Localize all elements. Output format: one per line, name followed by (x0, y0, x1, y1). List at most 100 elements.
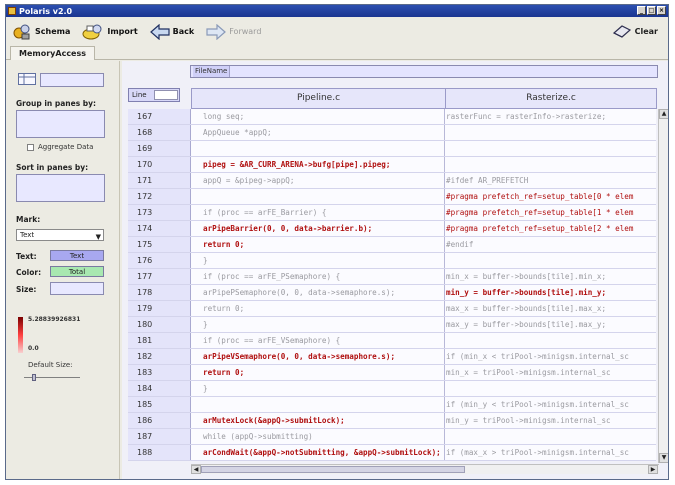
schema-button[interactable]: Schema (12, 22, 70, 42)
rasterize-code-cell[interactable] (445, 381, 656, 396)
column-header-pipeline[interactable]: Pipeline.c (191, 88, 446, 109)
table-row[interactable]: 177 if (proc == arFE_PSemaphore) { min_x … (128, 269, 656, 285)
pipeline-code-cell[interactable]: arCondWait(&appQ->notSubmitting, &appQ->… (191, 445, 445, 460)
pipeline-code-cell[interactable]: if (proc == arFE_VSemaphore) { (191, 333, 445, 348)
rasterize-code-cell[interactable] (445, 157, 656, 172)
filename-pill[interactable]: FileName (193, 66, 231, 77)
rasterize-code-cell[interactable]: min_y = buffer->bounds[tile].min_y; (445, 285, 656, 300)
table-row[interactable]: 178 arPipePSemaphore(0, 0, data->semapho… (128, 285, 656, 301)
sort-shelf[interactable] (16, 174, 105, 202)
pipeline-code-cell[interactable]: appQ = &pipeg->appQ; (191, 173, 445, 188)
rasterize-code-cell[interactable]: #ifdef AR_PREFETCH (445, 173, 656, 188)
pipeline-code-cell[interactable]: AppQueue *appQ; (191, 125, 445, 140)
eraser-icon (612, 25, 631, 38)
table-row[interactable]: 184} (128, 381, 656, 397)
vertical-scrollbar[interactable]: ▲ ▼ (658, 109, 668, 463)
pipeline-code-cell[interactable]: if (proc == arFE_Barrier) { (191, 205, 445, 220)
rasterize-code-cell[interactable]: rasterFunc = rasterInfo->rasterize; (445, 109, 656, 124)
table-row[interactable]: 168 AppQueue *appQ; (128, 125, 656, 141)
table-row[interactable]: 188 arCondWait(&appQ->notSubmitting, &ap… (128, 445, 656, 461)
rasterize-code-cell[interactable] (445, 125, 656, 140)
pipeline-code-cell[interactable]: return 0; (191, 301, 445, 316)
table-row[interactable]: 185 if (min_y < triPool->minigsm.interna… (128, 397, 656, 413)
pipeline-code-cell[interactable] (191, 141, 445, 156)
scroll-right-icon[interactable]: ▶ (648, 465, 658, 474)
filename-shelf[interactable]: FileName (190, 65, 658, 78)
rasterize-code-cell[interactable]: #pragma prefetch_ref=setup_table[1 * ele… (445, 205, 656, 220)
rasterize-code-cell[interactable]: min_x = triPool->minigsm.internal_sc (445, 365, 656, 380)
pipeline-code-cell[interactable] (191, 397, 445, 412)
rasterize-code-cell[interactable] (445, 141, 656, 156)
table-row[interactable]: 183 return 0; min_x = triPool->minigsm.i… (128, 365, 656, 381)
rasterize-code-cell[interactable]: max_y = buffer->bounds[tile].max_y; (445, 317, 656, 332)
import-button[interactable]: Import (82, 22, 138, 42)
pipeline-code-cell[interactable]: arMutexLock(&appQ->submitLock); (191, 413, 445, 428)
pipeline-code-cell[interactable]: long seq; (191, 109, 445, 124)
default-size-slider[interactable] (24, 374, 80, 381)
size-shelf[interactable] (50, 282, 104, 295)
table-row[interactable]: 187 while (appQ->submitting) (128, 429, 656, 445)
horizontal-scroll-thumb[interactable] (201, 466, 465, 473)
table-row[interactable]: 167 long seq; rasterFunc = rasterInfo->ras… (128, 109, 656, 125)
pipeline-code-cell[interactable]: } (191, 381, 445, 396)
pipeline-code-cell[interactable]: pipeg = &AR_CURR_ARENA->bufg[pipe].pipeg… (191, 157, 445, 172)
maximize-icon[interactable]: □ (647, 6, 656, 15)
table-row[interactable]: 176} (128, 253, 656, 269)
table-row[interactable]: 170 pipeg = &AR_CURR_ARENA->bufg[pipe].pi… (128, 157, 656, 173)
pipeline-code-cell[interactable]: } (191, 317, 445, 332)
pipeline-code-cell[interactable] (191, 189, 445, 204)
rasterize-code-cell[interactable]: #pragma prefetch_ref=setup_table[0 * ele… (445, 189, 656, 204)
table-row[interactable]: 179 return 0; max_x = buffer->bounds[til… (128, 301, 656, 317)
table-row[interactable]: 174 arPipeBarrier(0, 0, data->barrier.b)… (128, 221, 656, 237)
rasterize-code-cell[interactable]: min_y = triPool->minigsm.internal_sc (445, 413, 656, 428)
table-row[interactable]: 169 (128, 141, 656, 157)
pipeline-code-cell[interactable]: } (191, 253, 445, 268)
table-row[interactable]: 171 appQ = &pipeg->appQ; #ifdef AR_PREFETC… (128, 173, 656, 189)
color-shelf-pill[interactable]: Total (50, 266, 104, 277)
pipeline-code-cell[interactable]: while (appQ->submitting) (191, 429, 445, 444)
column-header-rasterize[interactable]: Rasterize.c (445, 88, 657, 109)
table-row[interactable]: 186 arMutexLock(&appQ->submitLock); min_y… (128, 413, 656, 429)
minimize-icon[interactable]: _ (637, 6, 646, 15)
table-row[interactable]: 180} max_y = buffer->bounds[tile].max_y; (128, 317, 656, 333)
rasterize-code-cell[interactable]: min_x = buffer->bounds[tile].min_x; (445, 269, 656, 284)
table-row[interactable]: 175 return 0; #endif (128, 237, 656, 253)
rasterize-code-cell[interactable]: if (min_x < triPool->minigsm.internal_sc (445, 349, 656, 364)
tab-memoryaccess[interactable]: MemoryAccess (10, 46, 96, 60)
horizontal-scrollbar[interactable]: ◀ ▶ (191, 464, 659, 474)
tab-strip: MemoryAccess (6, 46, 668, 60)
source-field[interactable] (40, 73, 104, 87)
rasterize-code-cell[interactable] (445, 429, 656, 444)
pipeline-code-cell[interactable]: arPipePSemaphore(0, 0, data->semaphore.s… (191, 285, 445, 300)
table-row[interactable]: 172 #pragma prefetch_ref=setup_table[0 * … (128, 189, 656, 205)
pipeline-code-cell[interactable]: arPipeBarrier(0, 0, data->barrier.b); (191, 221, 445, 236)
clear-button[interactable]: Clear (612, 24, 658, 38)
back-button[interactable]: Back (149, 23, 194, 40)
scroll-up-icon[interactable]: ▲ (659, 109, 668, 119)
slider-thumb[interactable] (32, 374, 36, 381)
rasterize-code-cell[interactable]: #pragma prefetch_ref=setup_table[2 * ele… (445, 221, 656, 236)
group-shelf[interactable] (16, 110, 105, 138)
scroll-left-icon[interactable]: ◀ (191, 465, 201, 474)
rasterize-code-cell[interactable]: if (min_y < triPool->minigsm.internal_sc (445, 397, 656, 412)
pipeline-code-cell[interactable]: if (proc == arFE_PSemaphore) { (191, 269, 445, 284)
table-row[interactable]: 182 arPipeVSemaphore(0, 0, data->semapho… (128, 349, 656, 365)
table-row[interactable]: 173 if (proc == arFE_Barrier) {#pragma pr… (128, 205, 656, 221)
forward-button[interactable]: Forward (206, 23, 261, 40)
aggregate-checkbox[interactable] (27, 144, 34, 151)
pipeline-code-cell[interactable]: return 0; (191, 365, 445, 380)
rasterize-code-cell[interactable]: #endif (445, 237, 656, 252)
rasterize-code-cell[interactable] (445, 333, 656, 348)
line-header[interactable]: Line (128, 88, 180, 102)
mark-type-select[interactable]: Text ▼ (16, 229, 104, 241)
rasterize-code-cell[interactable]: if (max_x > triPool->minigsm.internal_sc (445, 445, 656, 460)
pipeline-code-cell[interactable]: arPipeVSemaphore(0, 0, data->semaphore.s… (191, 349, 445, 364)
rasterize-code-cell[interactable]: max_x = buffer->bounds[tile].max_x; (445, 301, 656, 316)
close-icon[interactable]: × (657, 6, 666, 15)
text-shelf-pill[interactable]: Text (50, 250, 104, 261)
line-filter-field[interactable] (154, 90, 178, 100)
rasterize-code-cell[interactable] (445, 253, 656, 268)
scroll-down-icon[interactable]: ▼ (659, 453, 668, 463)
pipeline-code-cell[interactable]: return 0; (191, 237, 445, 252)
table-row[interactable]: 181 if (proc == arFE_VSemaphore) { (128, 333, 656, 349)
